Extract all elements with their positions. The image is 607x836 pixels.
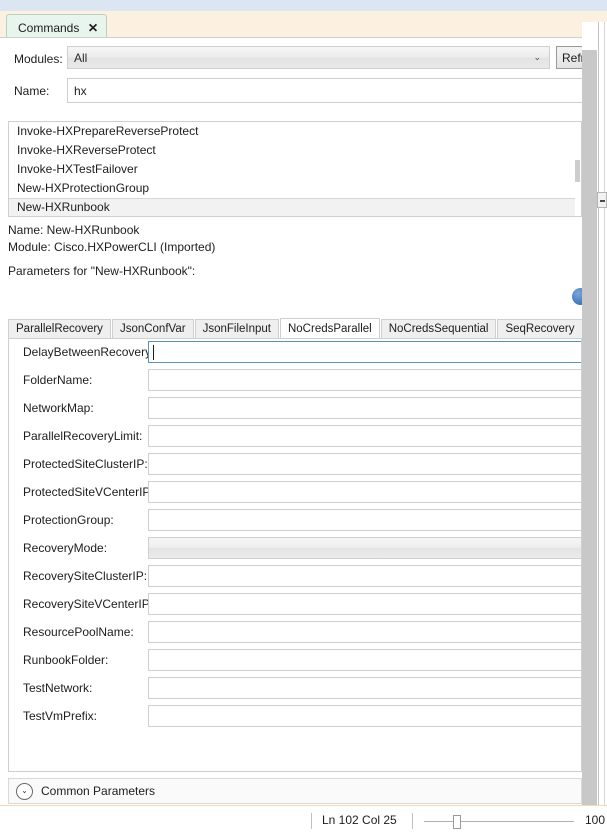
name-input[interactable]: hx [67,78,602,103]
param-input-runbookfolder[interactable] [148,649,581,671]
zoom-slider-track[interactable] [424,821,574,822]
name-label: Name: [14,84,50,98]
name-input-value: hx [74,83,87,98]
param-label-protectedsiteclusterip: ProtectedSiteClusterIP: [23,457,148,471]
command-list-scrollbar-thumb[interactable] [575,160,580,182]
common-parameters-label: Common Parameters [41,784,156,798]
param-row-recoverysiteclusterip: RecoverySiteClusterIP: [9,563,581,591]
param-label-protectiongroup: ProtectionGroup: [23,513,114,527]
tab-nocredsparallel[interactable]: NoCredsParallel [279,318,380,339]
list-item[interactable]: New-HXProtectionGroup [9,179,581,198]
zoom-slider-thumb[interactable] [453,815,461,829]
param-input-protectedsiteclusterip[interactable] [148,453,581,475]
list-item[interactable]: Invoke-HXReverseProtect [9,141,581,160]
tab-commands-label: Commands [18,21,80,35]
command-list[interactable]: Invoke-HXPrepareReverseProtect Invoke-HX… [8,121,582,217]
param-label-foldername: FolderName: [23,373,93,387]
status-separator-right [412,813,413,829]
param-label-runbookfolder: RunbookFolder: [23,653,109,667]
tab-seqrecovery[interactable]: SeqRecovery [497,319,583,339]
param-input-delaybetweenrecovery[interactable] [148,341,581,363]
param-label-testnetwork: TestNetwork: [23,681,93,695]
status-line-column: Ln 102 Col 25 [322,813,397,827]
commands-tool-window: Commands ✕ Modules: All ⌄ Refres Name: h… [0,11,607,836]
param-label-recoverymode: RecoveryMode: [23,541,108,555]
param-input-recoverysiteclusterip[interactable] [148,565,581,587]
param-label-networkmap: NetworkMap: [23,401,94,415]
param-row-recoverymode: RecoveryMode: ⌄ [9,535,581,563]
param-input-networkmap[interactable] [148,397,581,419]
param-label-recoverysitevcenterip: RecoverySiteVCenterIP: [23,597,154,611]
chevron-down-icon: ⌄ [16,782,33,800]
param-row-resourcepoolname: ResourcePoolName: [9,619,581,647]
param-row-protectedsitevcenterip: ProtectedSiteVCenterIP: [9,479,581,507]
tool-window-body: Modules: All ⌄ Refres Name: hx Invoke-HX… [0,37,607,836]
gutter-blue-strip [582,0,607,11]
parameters-heading: Parameters for "New-HXRunbook": [8,264,196,278]
tool-window-tabstrip: Commands ✕ [0,11,582,37]
param-row-protectiongroup: ProtectionGroup: [9,507,581,535]
tab-nocredssequential[interactable]: NoCredsSequential [380,319,497,339]
status-separator-left [311,813,312,829]
parameter-fields-panel: DelayBetweenRecovery: FolderName: Networ… [8,338,582,772]
gutter-cream-strip [582,11,607,22]
modules-select[interactable]: All ⌄ [67,46,550,69]
chevron-down-icon: ⌄ [533,52,541,62]
param-row-networkmap: NetworkMap: [9,395,581,423]
gutter-divider-left [598,22,599,806]
param-label-resourcepoolname: ResourcePoolName: [23,625,134,639]
param-input-testnetwork[interactable] [148,677,581,699]
command-list-scrollbar[interactable] [575,122,581,216]
commands-tool-window-screenshot: Commands ✕ Modules: All ⌄ Refres Name: h… [0,0,607,836]
param-row-protectedsiteclusterip: ProtectedSiteClusterIP: [9,451,581,479]
param-label-testvmprefix: TestVmPrefix: [23,709,98,723]
param-input-protectedsitevcenterip[interactable] [148,481,581,503]
detail-name-line: Name: New-HXRunbook [8,223,140,237]
list-item[interactable]: Invoke-HXPrepareReverseProtect [9,122,581,141]
param-input-resourcepoolname[interactable] [148,621,581,643]
param-label-parallelrecoverylimit: ParallelRecoveryLimit: [23,429,143,443]
param-row-testnetwork: TestNetwork: [9,675,581,703]
param-input-recoverysitevcenterip[interactable] [148,593,581,615]
param-row-parallelrecoverylimit: ParallelRecoveryLimit: [9,423,581,451]
param-input-protectiongroup[interactable] [148,509,581,531]
param-input-testvmprefix[interactable] [148,705,581,727]
param-row-runbookfolder: RunbookFolder: [9,647,581,675]
close-icon[interactable]: ✕ [88,22,99,34]
param-row-recoverysitevcenterip: RecoverySiteVCenterIP: [9,591,581,619]
param-label-delaybetweenrecovery: DelayBetweenRecovery: [23,345,155,359]
param-row-testvmprefix: TestVmPrefix: [9,703,581,731]
tab-jsonconfvar[interactable]: JsonConfVar [111,319,194,339]
param-label-recoverysiteclusterip: RecoverySiteClusterIP: [23,569,148,583]
detail-module-line: Module: Cisco.HXPowerCLI (Imported) [8,240,216,254]
tab-commands[interactable]: Commands ✕ [6,14,108,37]
tab-parallelrecovery[interactable]: ParallelRecovery [8,319,111,339]
editor-scrollbar-thumb[interactable] [582,50,597,805]
param-row-delaybetweenrecovery: DelayBetweenRecovery: [9,339,581,367]
list-item[interactable]: Invoke-HXTestFailover [9,160,581,179]
status-bar: Ln 102 Col 25 100 [0,805,607,836]
list-item-selected[interactable]: New-HXRunbook [9,198,581,216]
common-parameters-expander[interactable]: ⌄ Common Parameters [8,778,582,804]
editor-scrollbar-gutter [582,0,607,836]
tab-jsonfileinput[interactable]: JsonFileInput [194,319,279,339]
zoom-level: 100 [585,813,606,827]
parameter-set-tabs: ParallelRecovery JsonConfVar JsonFileInp… [8,318,583,339]
param-row-foldername: FolderName: [9,367,581,395]
gutter-divider-right [604,22,605,806]
modules-select-value: All [74,50,88,65]
param-select-recoverymode[interactable]: ⌄ [148,537,581,559]
modules-label: Modules: [14,52,63,66]
param-label-protectedsitevcenterip: ProtectedSiteVCenterIP: [23,485,154,499]
top-blue-strip [0,0,607,11]
collapse-marker-icon[interactable] [597,192,607,208]
param-input-foldername[interactable] [148,369,581,391]
param-input-parallelrecoverylimit[interactable] [148,425,581,447]
